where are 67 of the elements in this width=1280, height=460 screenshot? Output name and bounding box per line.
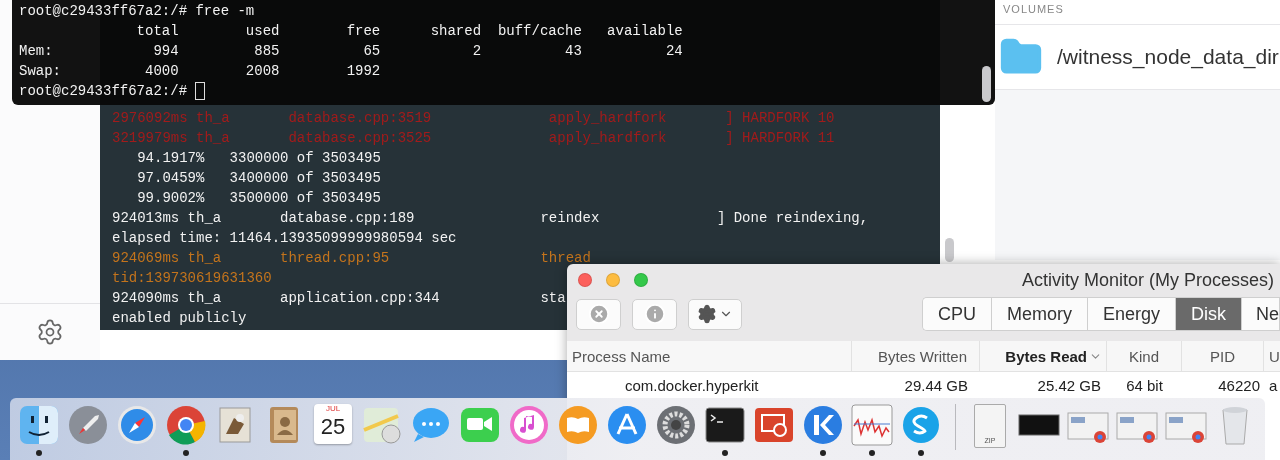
volume-path: /witness_node_data_dir [1057, 45, 1279, 69]
log-line: 924090ms th_a application.cpp:344 sta [112, 290, 566, 306]
terminal-line: Mem: 994 885 65 2 43 24 [19, 42, 683, 61]
table-cell-text: 64 bit [1125, 375, 1164, 396]
column-header[interactable]: Bytes Read [980, 341, 1107, 372]
close-button[interactable] [578, 273, 592, 287]
log-line: 3219979ms th_a database.cpp:3525 apply_hardfork ] HARDFORK 11 [112, 130, 835, 146]
terminal-icon[interactable] [704, 404, 746, 446]
calendar-icon[interactable]: JUL 25 [314, 404, 352, 444]
column-header[interactable]: PID [1182, 341, 1264, 372]
terminal-line: total used free shared buff/cache available [135, 22, 683, 41]
log-line: 924013ms th_a database.cpp:189 reindex ] Done reindexing, [112, 210, 869, 226]
text-cursor [195, 82, 206, 100]
log-line: 99.9002% 3500000 of 3503495 [136, 190, 381, 206]
running-dot [869, 450, 875, 456]
scrollbar-thumb[interactable] [945, 238, 954, 262]
table-cell-text: 25.42 GB [1036, 375, 1102, 396]
running-dot [36, 450, 42, 456]
table-cell-text: com.docker.hyperkit [624, 375, 760, 396]
gear-icon [697, 304, 717, 324]
tab[interactable]: CPU [922, 298, 992, 330]
tab[interactable]: Ne [1242, 298, 1280, 330]
section-heading: VOLUMES [995, 0, 1280, 25]
running-dot [183, 450, 189, 456]
stop-icon [587, 303, 610, 325]
gear-icon[interactable] [655, 404, 697, 446]
round-logo-icon[interactable] [802, 404, 844, 446]
running-dot [722, 450, 728, 456]
calendar-month: JUL [325, 404, 341, 414]
calendar-day: 25 [320, 414, 346, 440]
terminal-line: root@c29433ff67a2:/# [19, 82, 189, 101]
tab[interactable]: Memory [991, 298, 1088, 330]
info-button[interactable] [632, 298, 677, 330]
column-header[interactable]: Bytes Written [852, 341, 980, 372]
table-cell-text: a [1268, 375, 1279, 396]
log-line: enabled publicly [112, 310, 247, 326]
actions-menu-button[interactable] [688, 298, 742, 330]
face-tile-icon[interactable] [18, 404, 60, 446]
activity-graph-icon[interactable] [851, 404, 893, 446]
app-store-icon[interactable] [606, 404, 648, 446]
log-line: 97.0459% 3400000 of 3503495 [136, 170, 381, 186]
browser-icon[interactable] [165, 404, 207, 446]
window-title: Activity Monitor (My Processes) [1021, 269, 1274, 291]
zoom-button[interactable] [634, 273, 648, 287]
terminal-line: Swap: 4000 2008 1992 [19, 62, 381, 81]
compass-icon[interactable] [116, 404, 158, 446]
log-line: 94.1917% 3300000 of 3503495 [136, 150, 381, 166]
log-line: 2976092ms th_a database.cpp:3519 apply_hardfork ] HARDFORK 10 [112, 110, 835, 126]
column-header[interactable]: U [1264, 341, 1280, 372]
table-cell-text: 29.44 GB [903, 375, 969, 396]
scrollbar-thumb[interactable] [982, 66, 991, 102]
running-dot [918, 450, 924, 456]
settings-icon[interactable] [36, 318, 64, 346]
log-line: elapsed time: 11464.13935099999980594 sec [112, 230, 457, 246]
tab[interactable]: Energy [1087, 298, 1176, 330]
column-header[interactable]: Process Name [567, 341, 852, 372]
open-book-icon[interactable] [557, 404, 599, 446]
running-dot [820, 450, 826, 456]
column-header[interactable]: Kind [1107, 341, 1182, 372]
terminal-line: root@c29433ff67a2:/# free -m [19, 2, 255, 21]
log-line: 924069ms th_a thread.cpp:95 thread [112, 250, 591, 266]
table-cell-text: 46220 [1217, 375, 1261, 396]
music-note-icon[interactable] [508, 404, 550, 446]
info-icon [643, 303, 666, 325]
log-line: tid:139730619631360 [112, 270, 272, 286]
tab[interactable]: Disk [1176, 298, 1242, 330]
stop-process-button[interactable] [576, 298, 621, 330]
